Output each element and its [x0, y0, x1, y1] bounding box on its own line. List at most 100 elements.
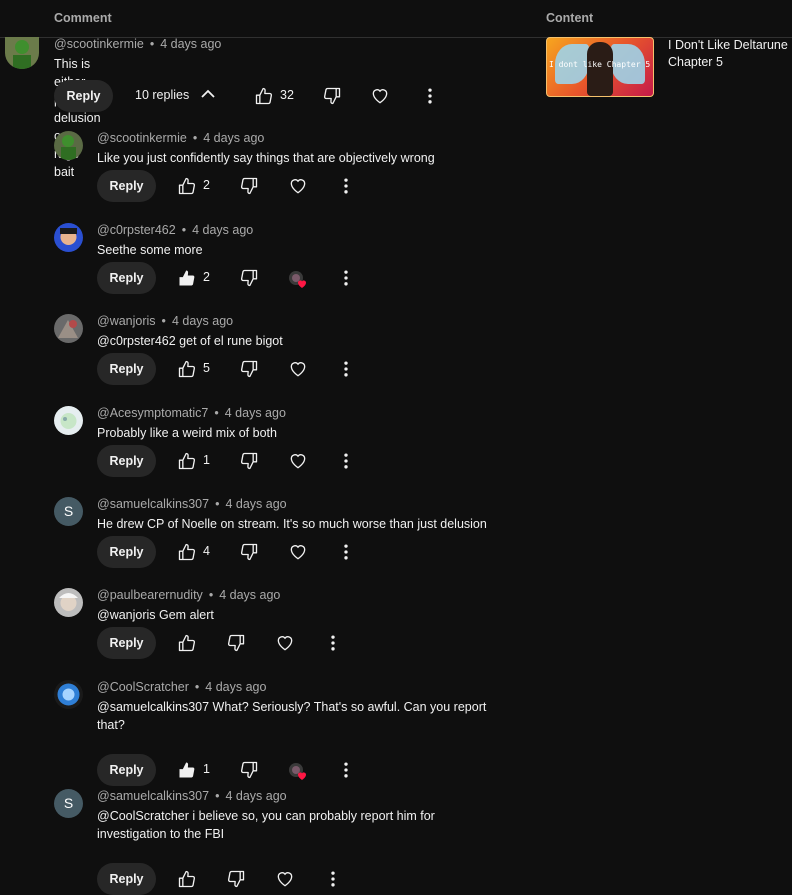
avatar[interactable] — [54, 680, 83, 709]
thumb-up-icon[interactable] — [177, 451, 197, 471]
replies-count: 10 replies — [135, 88, 190, 102]
avatar[interactable]: S — [54, 789, 83, 818]
comment-author[interactable]: @scootinkermie — [54, 37, 144, 51]
like-count: 1 — [203, 453, 210, 467]
comment-meta: @paulbearernudity • 4 days ago — [97, 588, 281, 602]
heart-icon[interactable] — [288, 542, 308, 562]
reply-button[interactable]: Reply — [97, 863, 156, 895]
comment-text: @c0rpster462 get of el rune bigot — [97, 334, 283, 348]
comment-actions: Reply — [97, 627, 397, 659]
comment-actions: Reply 2 — [97, 170, 397, 202]
thumb-down-icon[interactable] — [239, 268, 259, 288]
like-count: 5 — [203, 361, 210, 375]
comment-actions: Reply 5 — [97, 353, 397, 385]
thumb-down-icon[interactable] — [226, 633, 246, 653]
thumb-down-icon[interactable] — [226, 869, 246, 889]
more-vert-icon[interactable] — [336, 359, 356, 379]
reply-button[interactable]: Reply — [97, 627, 156, 659]
more-vert-icon[interactable] — [336, 176, 356, 196]
more-vert-icon[interactable] — [336, 268, 356, 288]
heart-icon[interactable] — [370, 86, 390, 106]
avatar[interactable] — [5, 37, 39, 69]
reply-button[interactable]: Reply — [97, 170, 156, 202]
video-thumbnail[interactable]: I dont like Chapter 5 — [546, 37, 654, 97]
like-count: 1 — [203, 762, 210, 776]
heart-icon[interactable] — [275, 633, 295, 653]
thumb-down-icon[interactable] — [239, 359, 259, 379]
heart-icon[interactable] — [288, 359, 308, 379]
comment-actions: Reply 1 — [97, 754, 397, 786]
heart-icon[interactable] — [275, 869, 295, 889]
reply-button[interactable]: Reply — [97, 445, 156, 477]
thumbnail-caption: I dont like Chapter 5 — [549, 60, 651, 69]
avatar[interactable] — [54, 406, 83, 435]
comment-author[interactable]: @samuelcalkins307 — [97, 497, 209, 511]
more-vert-icon[interactable] — [323, 869, 343, 889]
reply-button[interactable]: Reply — [97, 536, 156, 568]
more-vert-icon[interactable] — [420, 86, 440, 106]
comment-actions: Reply 10 replies 32 — [54, 80, 454, 112]
comment-text: Like you just confidently say things tha… — [97, 151, 435, 165]
avatar[interactable] — [54, 223, 83, 252]
thumb-down-icon[interactable] — [239, 451, 259, 471]
thumb-down-icon[interactable] — [239, 542, 259, 562]
comment-author[interactable]: @CoolScratcher — [97, 680, 189, 694]
reply-button[interactable]: Reply — [54, 80, 113, 112]
comment-time: 4 days ago — [171, 314, 234, 328]
comment-actions: Reply — [97, 863, 397, 895]
comment-time: 4 days ago — [192, 223, 254, 237]
comment-text: @CoolScratcher i believe so, you can pro… — [97, 809, 435, 841]
more-vert-icon[interactable] — [336, 451, 356, 471]
more-vert-icon[interactable] — [336, 760, 356, 780]
reply-button[interactable]: Reply — [97, 353, 156, 385]
column-header-content: Content — [546, 11, 594, 25]
thumb-up-icon[interactable] — [177, 869, 197, 889]
comment-author[interactable]: @c0rpster462 — [97, 223, 176, 237]
thumb-up-icon[interactable] — [177, 542, 197, 562]
reply-button[interactable]: Reply — [97, 754, 156, 786]
comment-text: Seethe some more — [97, 243, 203, 257]
comment-author[interactable]: @paulbearernudity — [97, 588, 203, 602]
thumb-up-icon[interactable] — [177, 176, 197, 196]
comment-actions: Reply 2 — [97, 262, 397, 294]
comment-author[interactable]: @scootinkermie — [97, 131, 187, 145]
avatar[interactable] — [54, 131, 83, 160]
thumb-up-icon[interactable] — [254, 86, 274, 106]
thumb-up-icon[interactable] — [177, 359, 197, 379]
thumb-up-icon[interactable] — [177, 633, 197, 653]
comment-meta: @samuelcalkins307 • 4 days ago — [97, 497, 287, 511]
comment-meta: @scootinkermie • 4 days ago — [54, 37, 222, 51]
like-count: 2 — [203, 178, 210, 192]
avatar[interactable] — [54, 588, 83, 617]
more-vert-icon[interactable] — [323, 633, 343, 653]
comment-time: 4 days ago — [225, 497, 287, 511]
comment-author[interactable]: @samuelcalkins307 — [97, 789, 209, 803]
reply-button[interactable]: Reply — [97, 262, 156, 294]
comment-text: Probably like a weird mix of both — [97, 426, 277, 440]
comment-time: 4 days ago — [219, 588, 281, 602]
comment-meta: @CoolScratcher • 4 days ago — [97, 680, 267, 694]
column-header-comment: Comment — [54, 11, 112, 25]
comment-author[interactable]: @Acesymptomatic7 — [97, 406, 208, 420]
comment-meta: @wanjoris • 4 days ago — [97, 314, 234, 328]
avatar[interactable] — [54, 314, 83, 343]
more-vert-icon[interactable] — [336, 542, 356, 562]
thumb-down-icon[interactable] — [239, 760, 259, 780]
avatar[interactable]: S — [54, 497, 83, 526]
comment-meta: @scootinkermie • 4 days ago — [97, 131, 265, 145]
thumb-down-icon[interactable] — [322, 86, 342, 106]
thumb-down-icon[interactable] — [239, 176, 259, 196]
heart-icon[interactable] — [288, 451, 308, 471]
thumb-up-icon[interactable] — [177, 268, 197, 288]
video-title[interactable]: I Don't Like Deltarune Chapter 5 — [668, 37, 792, 71]
like-count: 4 — [203, 544, 210, 558]
comment-time: 4 days ago — [205, 680, 267, 694]
replies-toggle-button[interactable]: 10 replies — [135, 88, 215, 102]
comment-author[interactable]: @wanjoris — [97, 314, 156, 328]
thumb-up-icon[interactable] — [177, 760, 197, 780]
comment-time: 4 days ago — [224, 406, 286, 420]
comment-meta: @c0rpster462 • 4 days ago — [97, 223, 254, 237]
comment-actions: Reply 1 — [97, 445, 397, 477]
comment-meta: @Acesymptomatic7 • 4 days ago — [97, 406, 286, 420]
heart-icon[interactable] — [288, 176, 308, 196]
